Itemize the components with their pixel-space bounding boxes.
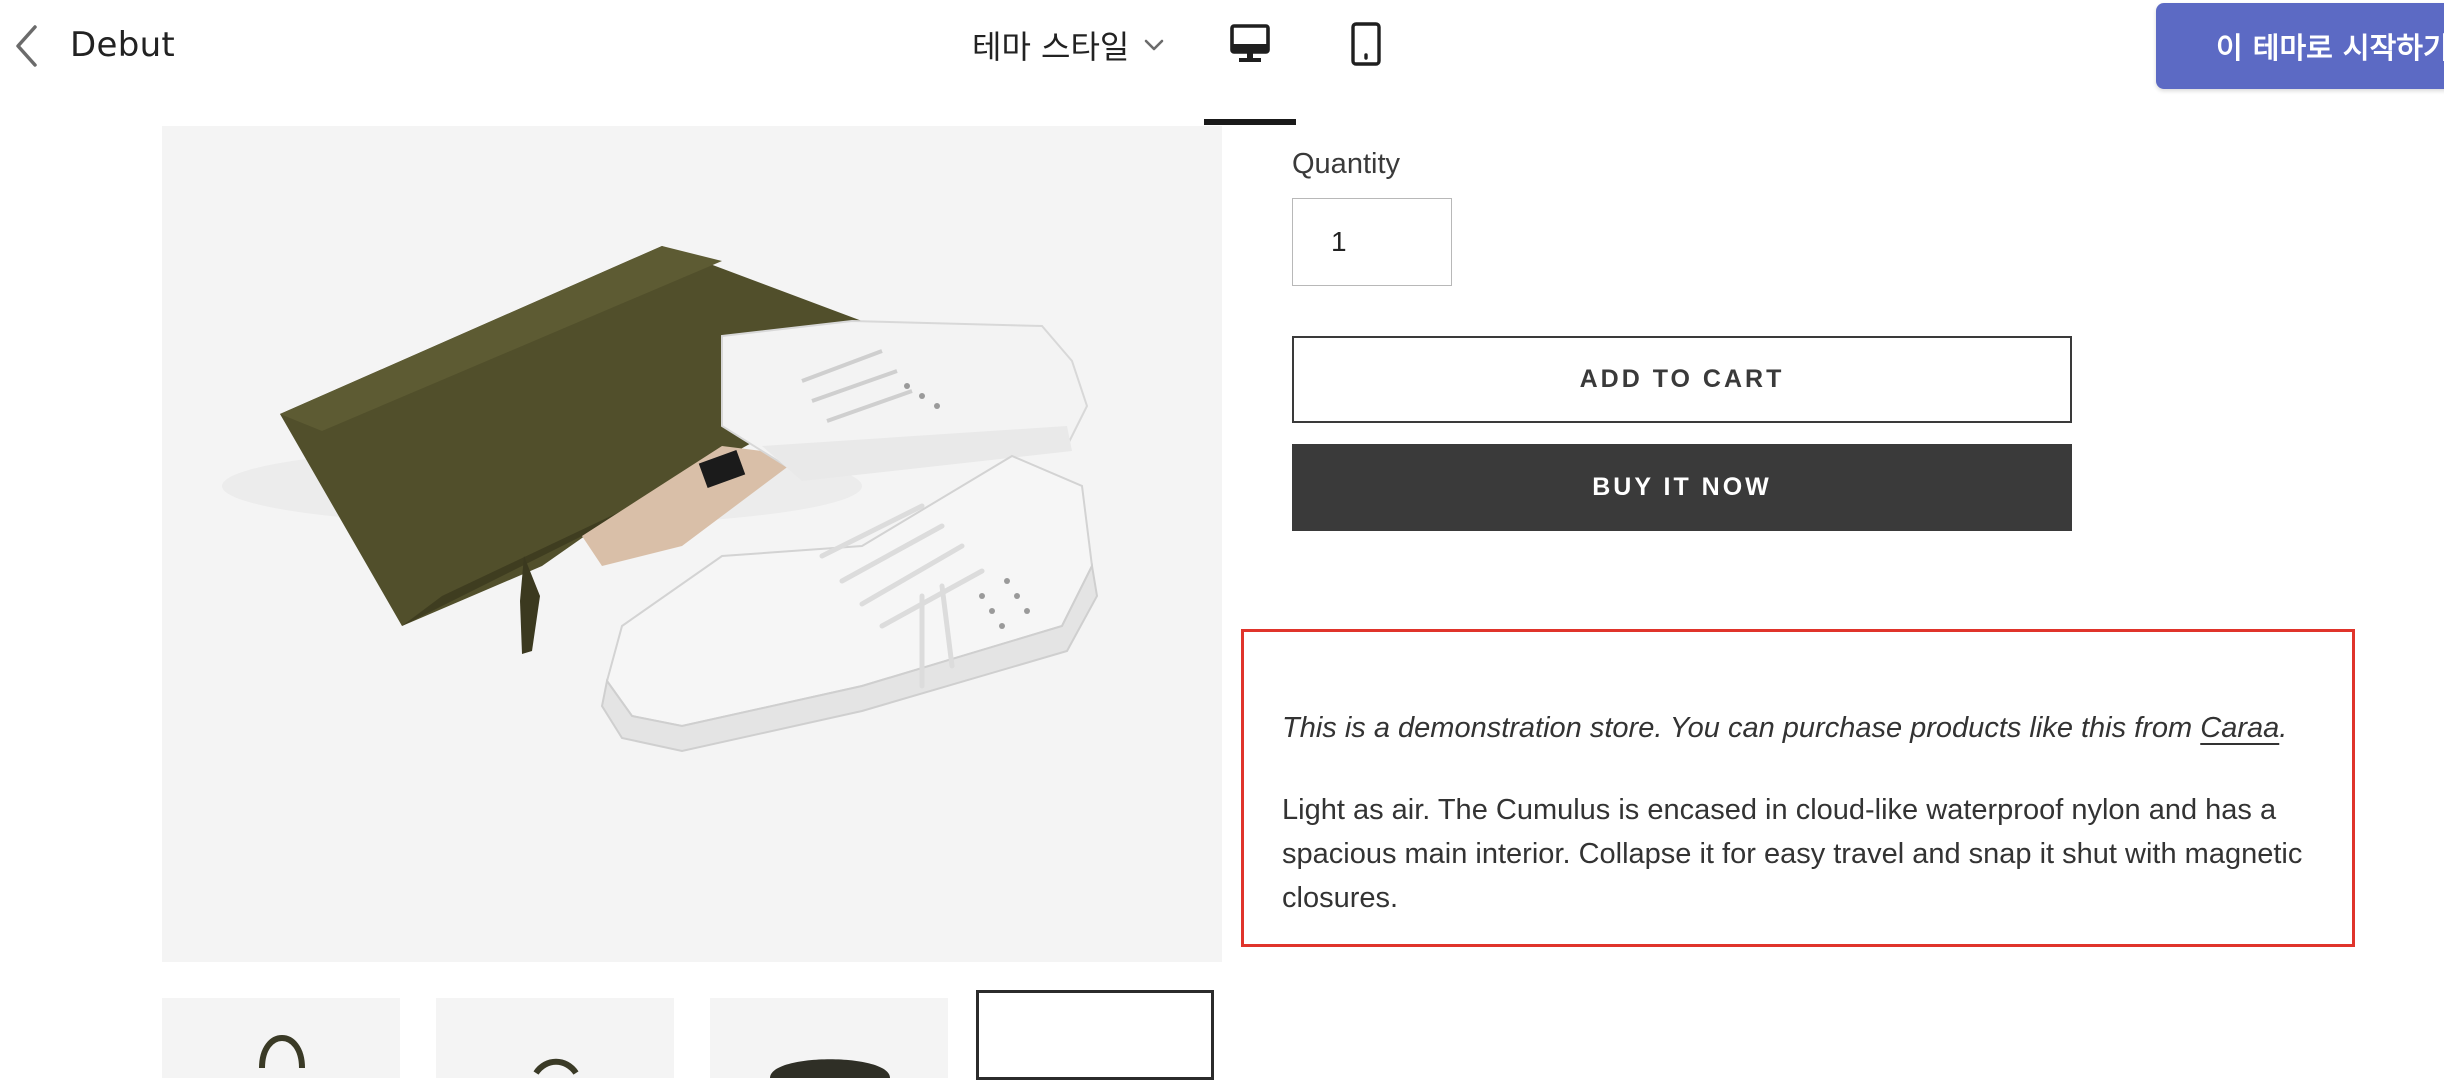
demo-notice-text: This is a demonstration store. You can p… — [1282, 712, 2201, 744]
mobile-view-tab[interactable] — [1320, 0, 1412, 125]
quantity-input[interactable] — [1292, 198, 1452, 286]
thumbnail-2[interactable] — [436, 998, 674, 1078]
theme-style-label: 테마 스타일 — [972, 28, 1130, 66]
quantity-label: Quantity — [1292, 148, 1400, 180]
product-description: Light as air. The Cumulus is encased in … — [1282, 794, 2303, 914]
mobile-icon — [1351, 22, 1381, 66]
desktop-view-tab[interactable] — [1204, 0, 1296, 125]
theme-name: Debut — [70, 25, 176, 65]
start-with-theme-button[interactable]: 이 테마로 시작하기 — [2156, 3, 2444, 89]
thumbnail-1[interactable] — [162, 998, 400, 1078]
back-button[interactable] — [6, 22, 46, 70]
demo-notice-period: . — [2279, 712, 2288, 744]
bag-thumbnail-image — [259, 1035, 305, 1069]
thumbnail-4-selected[interactable] — [976, 990, 1214, 1080]
chevron-left-icon — [16, 25, 37, 67]
bag-thumbnail-image — [533, 1058, 579, 1075]
thumbnail-3[interactable] — [710, 998, 948, 1078]
caraa-link[interactable]: Caraa — [2200, 712, 2279, 744]
demo-store-notice: This is a demonstration store. You can p… — [1282, 706, 2287, 750]
product-thumbnails — [162, 990, 1232, 1080]
chevron-down-icon — [1145, 39, 1164, 51]
add-to-cart-button[interactable]: ADD TO CART — [1292, 336, 2072, 423]
bag-thumbnail-image — [770, 1059, 890, 1078]
theme-style-dropdown[interactable]: 테마 스타일 — [972, 22, 1165, 68]
product-image[interactable] — [162, 126, 1222, 962]
buy-it-now-button[interactable]: BUY IT NOW — [1292, 444, 2072, 531]
theme-preview-header: Debut 테마 스타일 이 테마로 시작하기 — [0, 0, 2444, 125]
sneakers-and-pouch-photo — [222, 246, 1099, 753]
desktop-icon — [1230, 24, 1270, 62]
